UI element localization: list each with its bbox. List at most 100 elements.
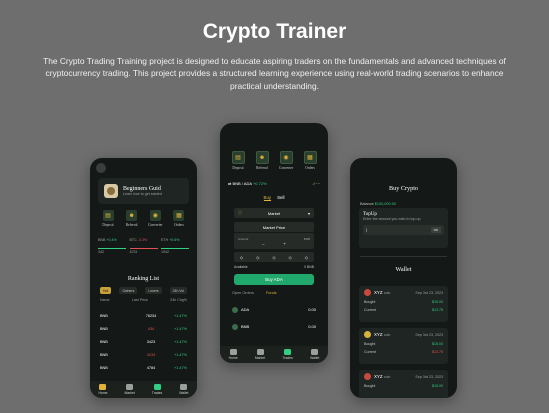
- table-row[interactable]: BNB 76234 +1.47%: [100, 309, 187, 322]
- filter-volume[interactable]: 24h Vol: [169, 287, 187, 294]
- guide-icon: [104, 184, 118, 198]
- wallet-icon: [180, 384, 188, 390]
- pair-bar[interactable]: ⇄ BNB / ADA +0.72% ⁄⁄ ⋯: [228, 181, 320, 186]
- ranking-filters: Hot Gainers Losers 24h Vol: [100, 287, 187, 294]
- coin-icon: [364, 331, 371, 338]
- order-type-select[interactable]: ⓘ Market ▾: [234, 208, 314, 218]
- balance: Balance $100,000.00: [360, 202, 396, 206]
- sparkline: [161, 243, 189, 249]
- home-icon: [229, 349, 237, 355]
- sparkline: [129, 243, 158, 249]
- orders-button[interactable]: ▦ Orders: [169, 210, 189, 227]
- bottom-nav: Home Market Trades Wallet: [220, 346, 328, 363]
- pair-change: +0.72%: [252, 181, 267, 186]
- nav-trades[interactable]: Trades: [152, 384, 162, 395]
- tab-open-orders[interactable]: Open Orders: [232, 291, 254, 295]
- table-row[interactable]: BNB 4234 +1.47%: [100, 348, 187, 361]
- converter-icon: ◉: [279, 151, 293, 164]
- ranking-list: BNB 76234 +1.47% BNB 434 +1.47% BNB 3423 +1.47…: [100, 309, 187, 374]
- trades-icon: [284, 349, 292, 355]
- topup-ok-button[interactable]: OK: [430, 227, 441, 233]
- coin-icon: [232, 323, 238, 330]
- nav-home[interactable]: Home: [98, 384, 108, 395]
- converter-button[interactable]: ◉ Converter: [145, 210, 165, 227]
- ranking-header: Name Last Price 24h Chg%: [100, 298, 187, 302]
- converter-icon: ◉: [149, 210, 161, 221]
- nav-market[interactable]: Market: [255, 349, 265, 360]
- ticker-strip: BNB +0.4% 342 BTC -0.3% 4231 ETH +0.6% 1…: [98, 238, 189, 254]
- phone-wallet-screen: Buy Crypto Balance $100,000.00 TopUp Ent…: [350, 158, 457, 398]
- orders-button[interactable]: ▦ Orders: [300, 151, 320, 170]
- nav-trades[interactable]: Trades: [282, 349, 293, 360]
- tab-funds[interactable]: Funds: [266, 291, 277, 295]
- wallet-card[interactable]: XYZ coin Sep 3rd 23, 2023 Bought $15.00 Cu…: [359, 328, 448, 364]
- referral-icon: ☻: [126, 210, 138, 221]
- referral-icon: ☻: [255, 151, 269, 164]
- wallet-card[interactable]: XYZ coin Sep 3rd 23, 2023 Bought $15.00 Cu…: [359, 286, 448, 322]
- market-price-field[interactable]: Market Price: [234, 222, 314, 232]
- table-row[interactable]: BNB 3423 +1.47%: [100, 335, 187, 348]
- chart-icon[interactable]: ⁄⁄: [314, 181, 315, 186]
- amount-field[interactable]: Amount BNB – +: [234, 233, 314, 249]
- list-item[interactable]: ADA 0.00: [232, 301, 316, 318]
- buy-sell-tabs: Buy Sell: [220, 195, 328, 201]
- nav-wallet[interactable]: Wallet: [310, 349, 319, 360]
- more-icon[interactable]: ⋯: [316, 181, 320, 186]
- ranking-title: Ranking List: [127, 276, 160, 282]
- beginners-guide-card[interactable]: Beginners Guid Learn how to get started: [98, 178, 189, 204]
- phone-trade-screen: ▤ Deposit ☻ Referral ◉ Converter ▦ Orders ⇄ …: [220, 123, 328, 363]
- list-item[interactable]: BNB 0.00: [232, 318, 316, 335]
- filter-hot[interactable]: Hot: [100, 287, 112, 294]
- tab-buy[interactable]: Buy: [263, 195, 272, 201]
- home-icon: [99, 384, 107, 390]
- nav-wallet[interactable]: Wallet: [179, 384, 188, 395]
- ticker-item[interactable]: BNB +0.4% 342: [98, 238, 126, 254]
- sparkline: [98, 243, 126, 249]
- filter-losers[interactable]: Losers: [145, 287, 162, 294]
- chevron-down-icon: ▾: [307, 210, 310, 216]
- coin-icon: [364, 289, 371, 296]
- coin-icon: [364, 373, 371, 380]
- table-row[interactable]: BNB 434 +1.47%: [100, 322, 187, 335]
- deposit-button[interactable]: ▤ Deposit: [98, 210, 118, 227]
- orders-funds-tabs: Open Orders Funds: [232, 291, 316, 295]
- trades-icon: [153, 384, 161, 390]
- coin-icon: [232, 306, 238, 313]
- quick-actions: ▤ Deposit ☻ Referral ◉ Converter ▦ Orders: [98, 210, 189, 227]
- wallet-icon: [311, 349, 319, 355]
- quick-actions: ▤ Deposit ☻ Referral ◉ Converter ▦ Orders: [228, 151, 320, 170]
- pair-name: BNB / ADA: [232, 181, 252, 186]
- page-title: Crypto Trainer: [202, 20, 347, 43]
- market-icon: [126, 384, 134, 390]
- phone-home-screen: Beginners Guid Learn how to get started …: [90, 158, 197, 398]
- deposit-button[interactable]: ▤ Deposit: [228, 151, 248, 170]
- divider: [360, 256, 447, 257]
- deposit-icon: ▤: [231, 151, 245, 164]
- buy-button[interactable]: Buy ADA: [234, 274, 314, 285]
- orders-icon: ▦: [173, 210, 185, 221]
- buy-crypto-title: Buy Crypto: [388, 185, 419, 192]
- table-row[interactable]: BNB 4784 +1.47%: [100, 361, 187, 374]
- market-icon: [256, 349, 264, 355]
- nav-home[interactable]: Home: [229, 349, 238, 360]
- filter-gainers[interactable]: Gainers: [119, 287, 138, 294]
- nav-market[interactable]: Market: [124, 384, 135, 395]
- wallet-card[interactable]: XYZ coin Sep 3rd 23, 2023 Bought $15.00: [359, 370, 448, 398]
- referral-button[interactable]: ☻ Referral: [122, 210, 142, 227]
- avatar[interactable]: [96, 163, 106, 173]
- ticker-item[interactable]: ETH +0.6% 1942: [161, 238, 189, 254]
- ticker-item[interactable]: BTC -0.3% 4231: [129, 238, 158, 254]
- info-icon: ⓘ: [238, 210, 242, 215]
- guide-subtitle: Learn how to get started: [123, 192, 162, 196]
- topup-hint: Enter the amount you wish to top up: [363, 217, 421, 221]
- topup-input[interactable]: | OK: [363, 225, 444, 235]
- referral-button[interactable]: ☻ Referral: [252, 151, 272, 170]
- tab-sell[interactable]: Sell: [277, 195, 284, 201]
- available-balance: Available 0 BNB: [234, 265, 314, 269]
- topup-card: TopUp Enter the amount you wish to top u…: [359, 208, 448, 248]
- converter-button[interactable]: ◉ Converter: [276, 151, 296, 170]
- funds-list: ADA 0.00 BNB 0.00: [232, 301, 316, 335]
- page-description: The Crypto Trading Training project is d…: [43, 56, 506, 91]
- amount-slider[interactable]: ◇ ◇ ◇ ◇ ◇: [234, 252, 314, 262]
- deposit-icon: ▤: [102, 210, 114, 221]
